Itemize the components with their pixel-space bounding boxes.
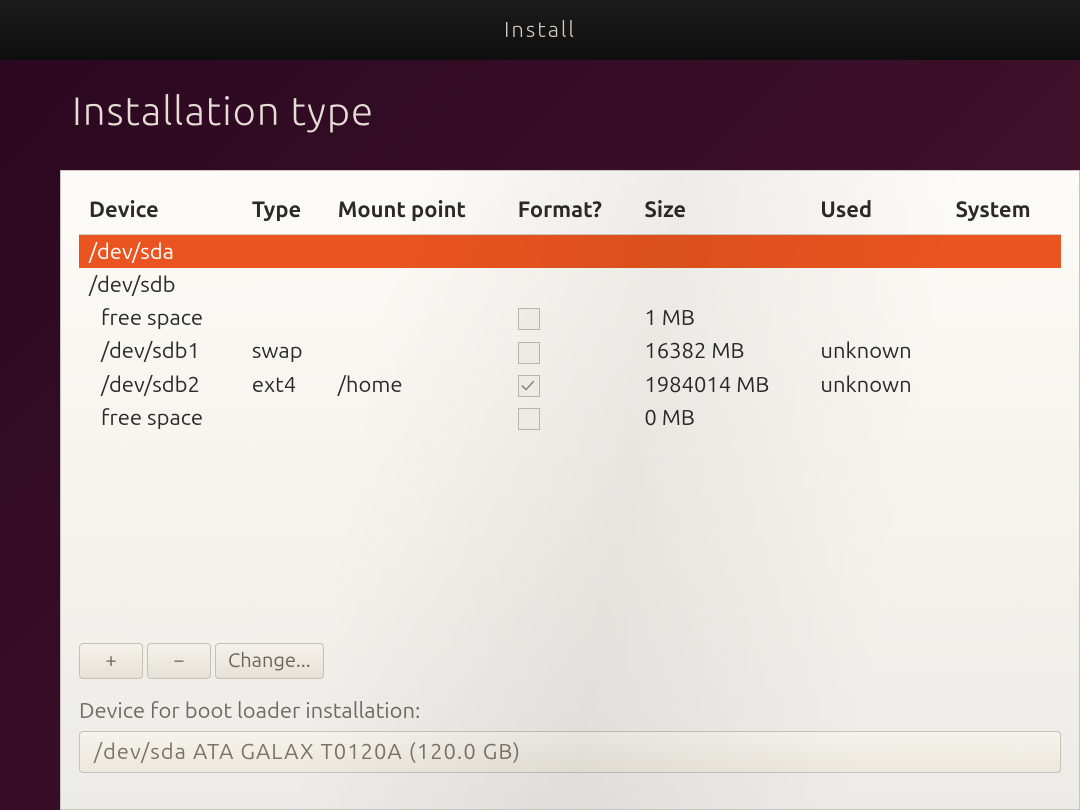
- cell-type: [242, 401, 328, 434]
- cell-type: swap: [242, 334, 328, 367]
- cell-device: /dev/sdb1: [79, 334, 242, 367]
- col-system[interactable]: System: [946, 189, 1061, 235]
- table-row[interactable]: /dev/sdb2ext4/home 1984014 MBunknown: [79, 368, 1061, 401]
- cell-type: [242, 235, 328, 269]
- cell-device: free space: [79, 401, 242, 434]
- col-type[interactable]: Type: [242, 189, 328, 235]
- cell-size: [634, 268, 810, 301]
- cell-device: /dev/sda: [79, 235, 242, 269]
- cell-used: unknown: [810, 368, 945, 401]
- cell-format[interactable]: [508, 334, 635, 367]
- table-row[interactable]: /dev/sdb: [79, 268, 1061, 301]
- cell-format[interactable]: [508, 368, 635, 401]
- cell-size: 0 MB: [634, 401, 810, 434]
- cell-used: unknown: [810, 334, 945, 367]
- cell-mount: /home: [328, 368, 508, 401]
- cell-type: ext4: [242, 368, 328, 401]
- cell-system: [946, 368, 1061, 401]
- window-titlebar: Install: [0, 0, 1080, 60]
- cell-format[interactable]: [508, 401, 635, 434]
- table-header-row: Device Type Mount point Format? Size Use…: [79, 189, 1061, 235]
- cell-used: [810, 268, 945, 301]
- cell-size: 1984014 MB: [634, 368, 810, 401]
- cell-system: [946, 301, 1061, 334]
- cell-format: [508, 235, 635, 269]
- format-checkbox[interactable]: [518, 375, 540, 397]
- change-partition-button[interactable]: Change...: [215, 643, 324, 679]
- format-checkbox[interactable]: [518, 408, 540, 430]
- col-format[interactable]: Format?: [508, 189, 635, 235]
- cell-type: [242, 301, 328, 334]
- table-row[interactable]: /dev/sdb1swap 16382 MBunknown: [79, 334, 1061, 367]
- cell-mount: [328, 268, 508, 301]
- cell-size: [634, 235, 810, 269]
- cell-system: [946, 401, 1061, 434]
- cell-mount: [328, 401, 508, 434]
- cell-size: 1 MB: [634, 301, 810, 334]
- cell-used: [810, 401, 945, 434]
- format-checkbox[interactable]: [518, 342, 540, 364]
- cell-device: /dev/sdb2: [79, 368, 242, 401]
- bootloader-label: Device for boot loader installation:: [79, 698, 420, 723]
- cell-type: [242, 268, 328, 301]
- cell-mount: [328, 334, 508, 367]
- col-size[interactable]: Size: [634, 189, 810, 235]
- add-partition-button[interactable]: +: [79, 643, 143, 679]
- cell-used: [810, 235, 945, 269]
- partition-panel: Device Type Mount point Format? Size Use…: [60, 170, 1080, 810]
- cell-system: [946, 334, 1061, 367]
- remove-partition-button[interactable]: −: [147, 643, 211, 679]
- cell-device: /dev/sdb: [79, 268, 242, 301]
- table-row[interactable]: free space 1 MB: [79, 301, 1061, 334]
- table-row[interactable]: free space 0 MB: [79, 401, 1061, 434]
- table-row[interactable]: /dev/sda: [79, 235, 1061, 269]
- cell-system: [946, 235, 1061, 269]
- format-checkbox[interactable]: [518, 308, 540, 330]
- cell-format[interactable]: [508, 301, 635, 334]
- partition-toolbar: + − Change...: [79, 643, 324, 679]
- cell-size: 16382 MB: [634, 334, 810, 367]
- cell-format: [508, 268, 635, 301]
- col-used[interactable]: Used: [810, 189, 945, 235]
- cell-used: [810, 301, 945, 334]
- cell-system: [946, 268, 1061, 301]
- page-title: Installation type: [0, 60, 1080, 155]
- cell-mount: [328, 301, 508, 334]
- col-device[interactable]: Device: [79, 189, 242, 235]
- cell-device: free space: [79, 301, 242, 334]
- cell-mount: [328, 235, 508, 269]
- partition-table: Device Type Mount point Format? Size Use…: [79, 189, 1061, 434]
- col-mount[interactable]: Mount point: [328, 189, 508, 235]
- bootloader-device-select[interactable]: /dev/sda ATA GALAX T0120A (120.0 GB): [79, 731, 1061, 773]
